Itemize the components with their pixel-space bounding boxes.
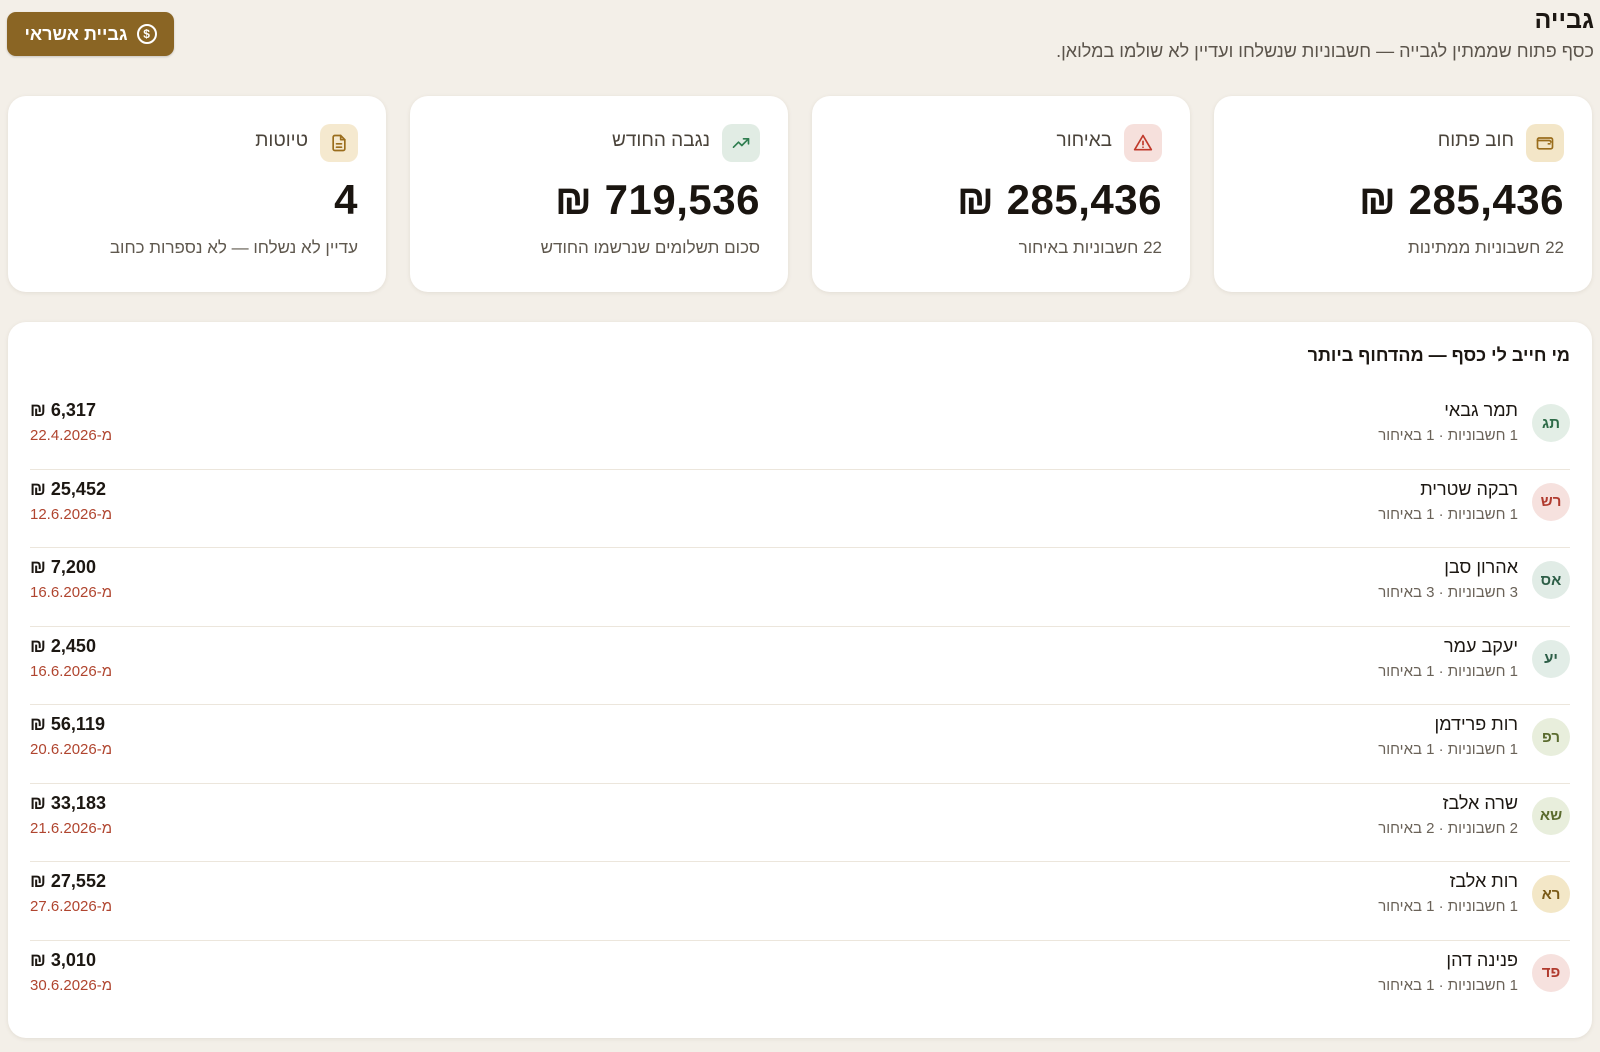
debtor-row[interactable]: רפ רות פרידמן 1 חשבוניות · 1 באיחור ₪ 56,11… — [30, 705, 1570, 784]
debtor-name: רות פרידמן — [1434, 714, 1518, 734]
debtors-panel-title: מי חייב לי כסף — מהדחוף ביותר — [1307, 345, 1570, 365]
avatar: פד — [1532, 953, 1570, 992]
debtor-overdue-since: מ-22.4.2026 — [30, 427, 113, 444]
debtor-invoice-summary: 1 חשבוניות · 1 באיחור — [1378, 662, 1518, 680]
debtor-overdue-since: מ-16.6.2026 — [30, 584, 113, 601]
debtor-overdue-since: מ-30.6.2026 — [30, 976, 113, 994]
debtor-name: רבקה שטרית — [1420, 478, 1518, 499]
debtor-row[interactable]: יע יעקב עמר 1 חשבוניות · 1 באיחור ₪ 2,450 מ-… — [30, 627, 1570, 705]
debtor-invoice-summary: 3 חשבוניות · 3 באיחור — [1378, 584, 1518, 601]
card-value: 719,536 ₪ — [554, 176, 760, 223]
avatar: תג — [1532, 404, 1570, 442]
debtor-overdue-since: מ-20.6.2026 — [30, 741, 113, 758]
avatar: רא — [1532, 875, 1570, 913]
debtor-name: תמר גבאי — [1444, 400, 1518, 420]
debtor-overdue-since: מ-27.6.2026 — [30, 898, 113, 915]
debtor-row[interactable]: פד פנינה דהן 1 חשבוניות · 1 באיחור ₪ 3,010 מ… — [30, 941, 1570, 1020]
debtor-amount: ₪ 25,452 — [30, 478, 106, 499]
debtors-panel: מי חייב לי כסף — מהדחוף ביותר תג תמר גבאי… — [8, 322, 1592, 1038]
open-debt-card: חוב פתוח 285,436 ₪ 22 חשבוניות ממתינות — [1214, 96, 1592, 292]
debtor-amount: ₪ 33,183 — [30, 792, 106, 813]
card-note: 22 חשבוניות ממתינות — [1407, 238, 1564, 257]
card-label: נגבה החודש — [612, 130, 710, 151]
card-label: באיחור — [1056, 130, 1112, 151]
drafts-card: טיוטות 4 עדיין לא נשלחו — לא נספרות כחוב — [8, 96, 386, 292]
avatar: יע — [1532, 639, 1570, 678]
dollar-coin-icon: $ — [136, 24, 157, 44]
avatar: אס — [1532, 561, 1570, 599]
debtor-overdue-since: מ-21.6.2026 — [30, 819, 113, 837]
debtor-overdue-since: מ-16.6.2026 — [30, 662, 113, 680]
card-value: 285,436 ₪ — [1358, 176, 1564, 223]
debtor-row[interactable]: תג תמר גבאי 1 חשבוניות · 1 באיחור ₪ 6,317 מ-… — [30, 391, 1570, 470]
debtor-amount: ₪ 27,552 — [30, 871, 106, 891]
debtor-invoice-summary: 2 חשבוניות · 2 באיחור — [1378, 819, 1518, 837]
debtors-list: תג תמר גבאי 1 חשבוניות · 1 באיחור ₪ 6,317 מ-… — [30, 391, 1570, 1019]
credit-collection-button[interactable]: $ גביית אשראי — [7, 12, 174, 56]
debtor-amount: ₪ 7,200 — [30, 557, 96, 577]
page-header: גבייה כסף פתוח שממתין לגבייה — חשבוניות … — [0, 0, 1600, 90]
credit-collection-button-label: גביית אשראי — [24, 23, 128, 44]
overdue-card: באיחור 285,436 ₪ 22 חשבוניות באיחור — [812, 96, 1190, 292]
alert-triangle-icon — [1124, 124, 1162, 162]
debtor-name: יעקב עמר — [1444, 635, 1518, 656]
summary-cards: חוב פתוח 285,436 ₪ 22 חשבוניות ממתינות ב… — [8, 96, 1592, 292]
debtor-invoice-summary: 1 חשבוניות · 1 באיחור — [1378, 505, 1518, 523]
card-note: 22 חשבוניות באיחור — [1018, 238, 1162, 257]
debtor-name: שרה אלבז — [1442, 792, 1518, 813]
card-note: סכום תשלומים שנרשמו החודש — [540, 238, 760, 257]
debtor-name: אהרון סבן — [1444, 557, 1518, 577]
trending-up-icon — [722, 124, 760, 162]
debtor-row[interactable]: רא רות אלבז 1 חשבוניות · 1 באיחור ₪ 27,552 מ… — [30, 862, 1570, 941]
debtor-invoice-summary: 1 חשבוניות · 1 באיחור — [1378, 427, 1518, 444]
debtor-row[interactable]: אס אהרון סבן 3 חשבוניות · 3 באיחור ₪ 7,200 מ… — [30, 548, 1570, 627]
avatar: רפ — [1532, 718, 1570, 756]
avatar: רש — [1532, 482, 1570, 521]
collected-this-month-card: נגבה החודש 719,536 ₪ סכום תשלומים שנרשמו… — [410, 96, 788, 292]
document-icon — [320, 124, 358, 162]
debtor-invoice-summary: 1 חשבוניות · 1 באיחור — [1378, 898, 1518, 915]
debtor-name: רות אלבז — [1449, 871, 1518, 891]
debtor-amount: ₪ 56,119 — [30, 714, 105, 734]
debtor-row[interactable]: שא שרה אלבז 2 חשבוניות · 2 באיחור ₪ 33,183 מ… — [30, 784, 1570, 862]
debtor-amount: ₪ 3,010 — [30, 949, 96, 970]
card-label: טיוטות — [255, 130, 308, 151]
debtor-amount: ₪ 6,317 — [30, 400, 96, 420]
debtor-amount: ₪ 2,450 — [30, 635, 96, 656]
debtor-invoice-summary: 1 חשבוניות · 1 באיחור — [1378, 976, 1518, 994]
card-value: 285,436 ₪ — [956, 176, 1162, 223]
page-title: גבייה — [1534, 6, 1594, 34]
page-subtitle: כסף פתוח שממתין לגבייה — חשבוניות שנשלחו… — [1056, 41, 1594, 61]
card-label: חוב פתוח — [1437, 130, 1514, 151]
debtor-overdue-since: מ-12.6.2026 — [30, 505, 113, 523]
card-value: 4 — [334, 176, 358, 223]
avatar: שא — [1532, 796, 1570, 835]
debtor-row[interactable]: רש רבקה שטרית 1 חשבוניות · 1 באיחור ₪ 25,45… — [30, 470, 1570, 548]
wallet-icon — [1526, 124, 1564, 162]
card-note: עדיין לא נשלחו — לא נספרות כחוב — [109, 238, 358, 257]
debtor-invoice-summary: 1 חשבוניות · 1 באיחור — [1378, 741, 1518, 758]
debtor-name: פנינה דהן — [1446, 949, 1518, 970]
